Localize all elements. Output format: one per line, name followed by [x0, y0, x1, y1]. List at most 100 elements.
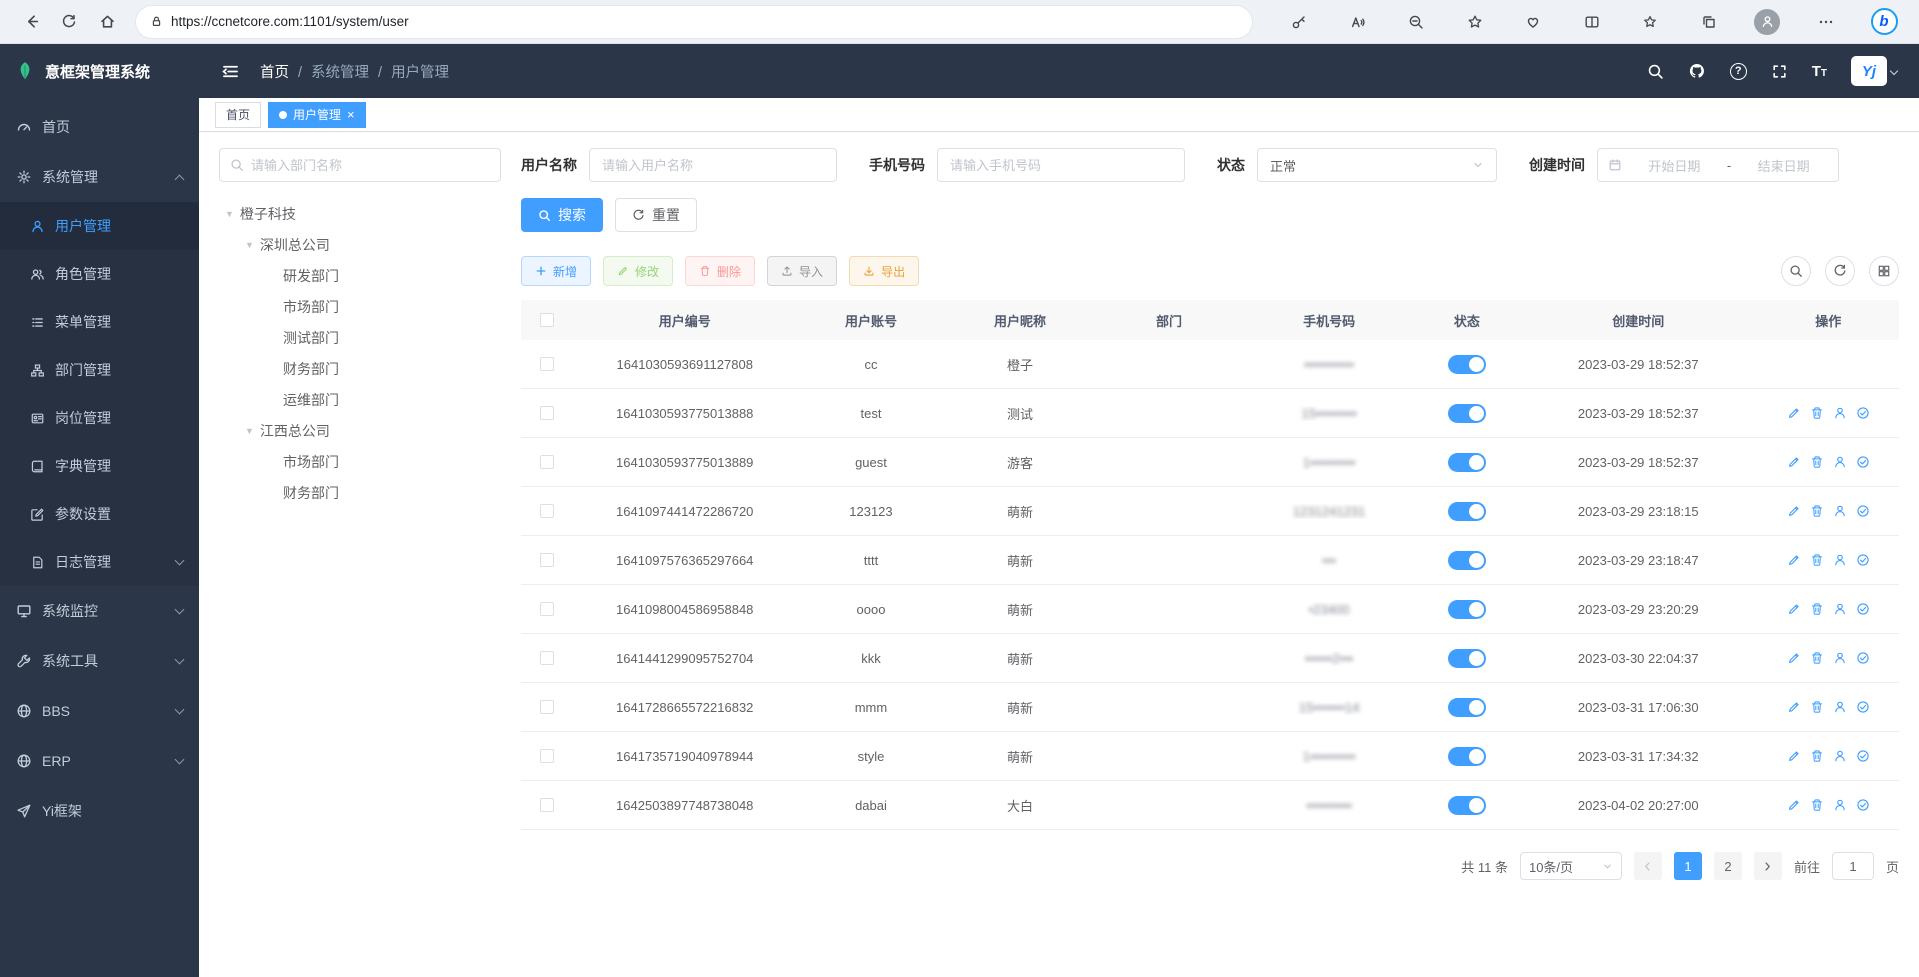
- select-all-checkbox[interactable]: [540, 313, 554, 327]
- sidebar-item-param-settings[interactable]: 参数设置: [0, 490, 199, 538]
- sidebar-item-system-management[interactable]: 系统管理: [0, 152, 199, 202]
- reset-password-icon[interactable]: [1833, 406, 1847, 420]
- row-checkbox[interactable]: [540, 749, 554, 763]
- edit-user-icon[interactable]: [1787, 798, 1801, 812]
- breadcrumb-system[interactable]: 系统管理: [311, 61, 391, 82]
- delete-user-icon[interactable]: [1810, 455, 1824, 469]
- date-range-picker[interactable]: 开始日期 - 结束日期: [1597, 148, 1839, 182]
- breadcrumb-home[interactable]: 首页: [260, 61, 311, 82]
- username-input[interactable]: [589, 148, 837, 182]
- sidebar-item-log-management[interactable]: 日志管理: [0, 538, 199, 586]
- reset-password-icon[interactable]: [1833, 700, 1847, 714]
- status-toggle[interactable]: [1448, 698, 1486, 717]
- assign-role-icon[interactable]: [1856, 553, 1870, 567]
- reset-password-icon[interactable]: [1833, 455, 1847, 469]
- password-key-icon[interactable]: [1282, 6, 1316, 38]
- edit-user-icon[interactable]: [1787, 406, 1801, 420]
- row-checkbox[interactable]: [540, 504, 554, 518]
- assign-role-icon[interactable]: [1856, 651, 1870, 665]
- favorites-icon[interactable]: [1633, 6, 1667, 38]
- browser-essentials-icon[interactable]: [1516, 6, 1550, 38]
- row-checkbox[interactable]: [540, 651, 554, 665]
- reset-button[interactable]: 重置: [615, 198, 697, 232]
- assign-role-icon[interactable]: [1856, 749, 1870, 763]
- caret-down-icon[interactable]: ▼: [225, 209, 234, 219]
- tree-node-leaf[interactable]: 市场部门: [219, 291, 501, 322]
- reset-password-icon[interactable]: [1833, 651, 1847, 665]
- reset-password-icon[interactable]: [1833, 798, 1847, 812]
- reset-password-icon[interactable]: [1833, 504, 1847, 518]
- status-toggle[interactable]: [1448, 747, 1486, 766]
- zoom-out-icon[interactable]: [1399, 6, 1433, 38]
- edit-user-icon[interactable]: [1787, 553, 1801, 567]
- row-checkbox[interactable]: [540, 406, 554, 420]
- sidebar-item-dept-management[interactable]: 部门管理: [0, 346, 199, 394]
- show-search-toggle-icon[interactable]: [1781, 256, 1811, 286]
- address-bar[interactable]: https://ccnetcore.com:1101/system/user: [136, 6, 1252, 38]
- tree-node-leaf[interactable]: 市场部门: [219, 446, 501, 477]
- home-button[interactable]: [90, 6, 124, 38]
- fullscreen-icon[interactable]: [1771, 63, 1788, 80]
- edit-user-icon[interactable]: [1787, 749, 1801, 763]
- dept-search-input[interactable]: [251, 158, 490, 173]
- sidebar-toggle-icon[interactable]: [221, 62, 240, 81]
- reset-password-icon[interactable]: [1833, 602, 1847, 616]
- edit-button[interactable]: 修改: [603, 256, 673, 286]
- font-size-icon[interactable]: [1812, 64, 1827, 79]
- help-icon[interactable]: [1730, 63, 1747, 80]
- status-toggle[interactable]: [1448, 355, 1486, 374]
- sidebar-item-dict-management[interactable]: 字典管理: [0, 442, 199, 490]
- edit-user-icon[interactable]: [1787, 504, 1801, 518]
- page-button-2[interactable]: 2: [1714, 852, 1742, 880]
- status-toggle[interactable]: [1448, 551, 1486, 570]
- status-toggle[interactable]: [1448, 502, 1486, 521]
- tab-user-management[interactable]: 用户管理: [268, 102, 366, 128]
- copilot-icon[interactable]: [1867, 6, 1901, 38]
- row-checkbox[interactable]: [540, 455, 554, 469]
- row-checkbox[interactable]: [540, 700, 554, 714]
- close-icon[interactable]: [347, 108, 355, 121]
- goto-page-input[interactable]: [1832, 852, 1874, 880]
- tree-node-root[interactable]: ▼ 橙子科技: [219, 198, 501, 229]
- sidebar-item-system-monitor[interactable]: 系统监控: [0, 586, 199, 636]
- sidebar-item-bbs[interactable]: BBS: [0, 686, 199, 736]
- sidebar-item-menu-management[interactable]: 菜单管理: [0, 298, 199, 346]
- delete-user-icon[interactable]: [1810, 602, 1824, 616]
- delete-user-icon[interactable]: [1810, 553, 1824, 567]
- row-checkbox[interactable]: [540, 553, 554, 567]
- split-screen-icon[interactable]: [1575, 6, 1609, 38]
- tab-home[interactable]: 首页: [215, 102, 261, 128]
- back-button[interactable]: [14, 6, 48, 38]
- collections-icon[interactable]: [1692, 6, 1726, 38]
- export-button[interactable]: 导出: [849, 256, 919, 286]
- user-avatar[interactable]: Yj: [1851, 56, 1897, 86]
- sidebar-item-home[interactable]: 首页: [0, 102, 199, 152]
- sidebar-item-erp[interactable]: ERP: [0, 736, 199, 786]
- column-settings-icon[interactable]: [1869, 256, 1899, 286]
- tree-node-branch[interactable]: ▼ 深圳总公司: [219, 229, 501, 260]
- edit-user-icon[interactable]: [1787, 651, 1801, 665]
- add-favorite-icon[interactable]: [1458, 6, 1492, 38]
- page-button-1[interactable]: 1: [1674, 852, 1702, 880]
- tree-node-leaf[interactable]: 财务部门: [219, 477, 501, 508]
- delete-user-icon[interactable]: [1810, 406, 1824, 420]
- edit-user-icon[interactable]: [1787, 455, 1801, 469]
- assign-role-icon[interactable]: [1856, 504, 1870, 518]
- search-icon[interactable]: [1647, 63, 1664, 80]
- status-toggle[interactable]: [1448, 796, 1486, 815]
- assign-role-icon[interactable]: [1856, 406, 1870, 420]
- assign-role-icon[interactable]: [1856, 798, 1870, 812]
- reset-password-icon[interactable]: [1833, 749, 1847, 763]
- row-checkbox[interactable]: [540, 798, 554, 812]
- status-toggle[interactable]: [1448, 404, 1486, 423]
- refresh-button[interactable]: [52, 6, 86, 38]
- sidebar-item-post-management[interactable]: 岗位管理: [0, 394, 199, 442]
- tree-node-leaf[interactable]: 运维部门: [219, 384, 501, 415]
- delete-button[interactable]: 删除: [685, 256, 755, 286]
- github-icon[interactable]: [1688, 62, 1706, 80]
- add-button[interactable]: 新增: [521, 256, 591, 286]
- sidebar-item-yi-framework[interactable]: Yi框架: [0, 786, 199, 836]
- caret-down-icon[interactable]: ▼: [245, 240, 254, 250]
- sidebar-item-system-tools[interactable]: 系统工具: [0, 636, 199, 686]
- import-button[interactable]: 导入: [767, 256, 837, 286]
